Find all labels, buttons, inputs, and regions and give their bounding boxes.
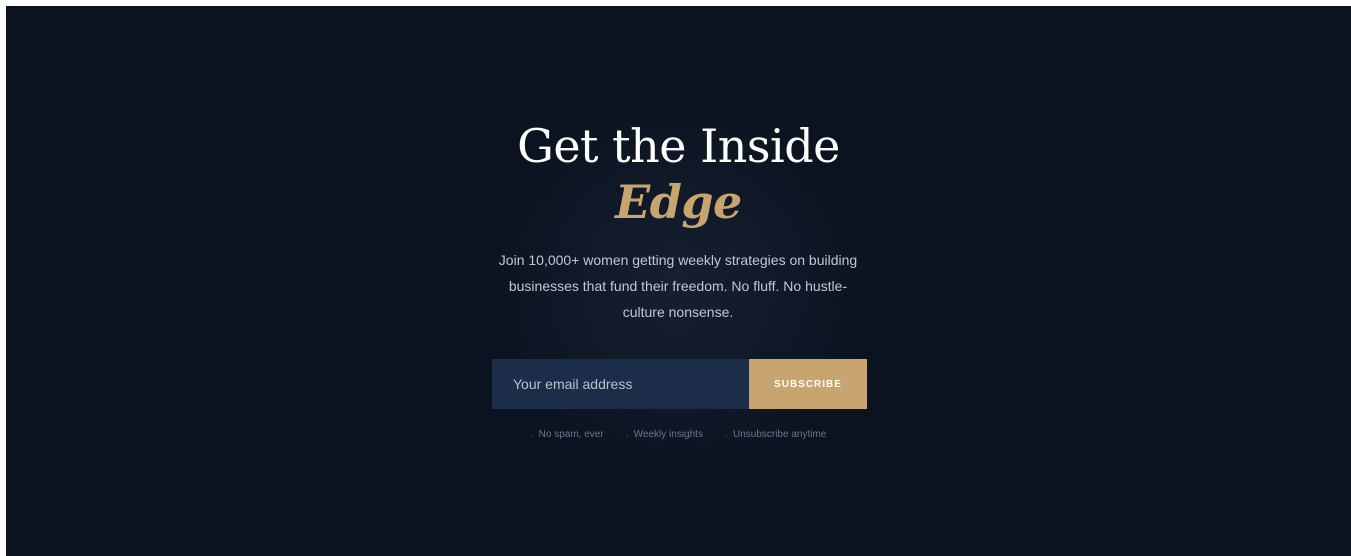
headline-accent: Edge [615, 175, 742, 229]
perk-item: · Weekly insights [626, 429, 703, 440]
perk-item: · No spam, ever [531, 429, 604, 440]
subtext: Join 10,000+ women getting weekly strate… [498, 252, 858, 320]
perk-label: No spam, ever [538, 429, 604, 440]
perks-list: · No spam, ever · Weekly insights · Unsu… [6, 429, 1351, 440]
perk-label: Weekly insights [633, 429, 703, 440]
subscribe-button[interactable]: SUBSCRIBE [749, 359, 867, 409]
perk-item: · Unsubscribe anytime [725, 429, 826, 440]
newsletter-section: Get the Inside Edge Join 10,000+ women g… [6, 6, 1351, 556]
subscribe-form: SUBSCRIBE [492, 359, 867, 409]
email-input[interactable] [492, 359, 749, 409]
dot-icon: · [724, 429, 728, 440]
dot-icon: · [530, 429, 534, 440]
perk-label: Unsubscribe anytime [732, 429, 827, 440]
newsletter-content: Get the Inside Edge Join 10,000+ women g… [6, 6, 1351, 556]
dot-icon: · [625, 429, 629, 440]
headline: Get the Inside [517, 119, 840, 173]
